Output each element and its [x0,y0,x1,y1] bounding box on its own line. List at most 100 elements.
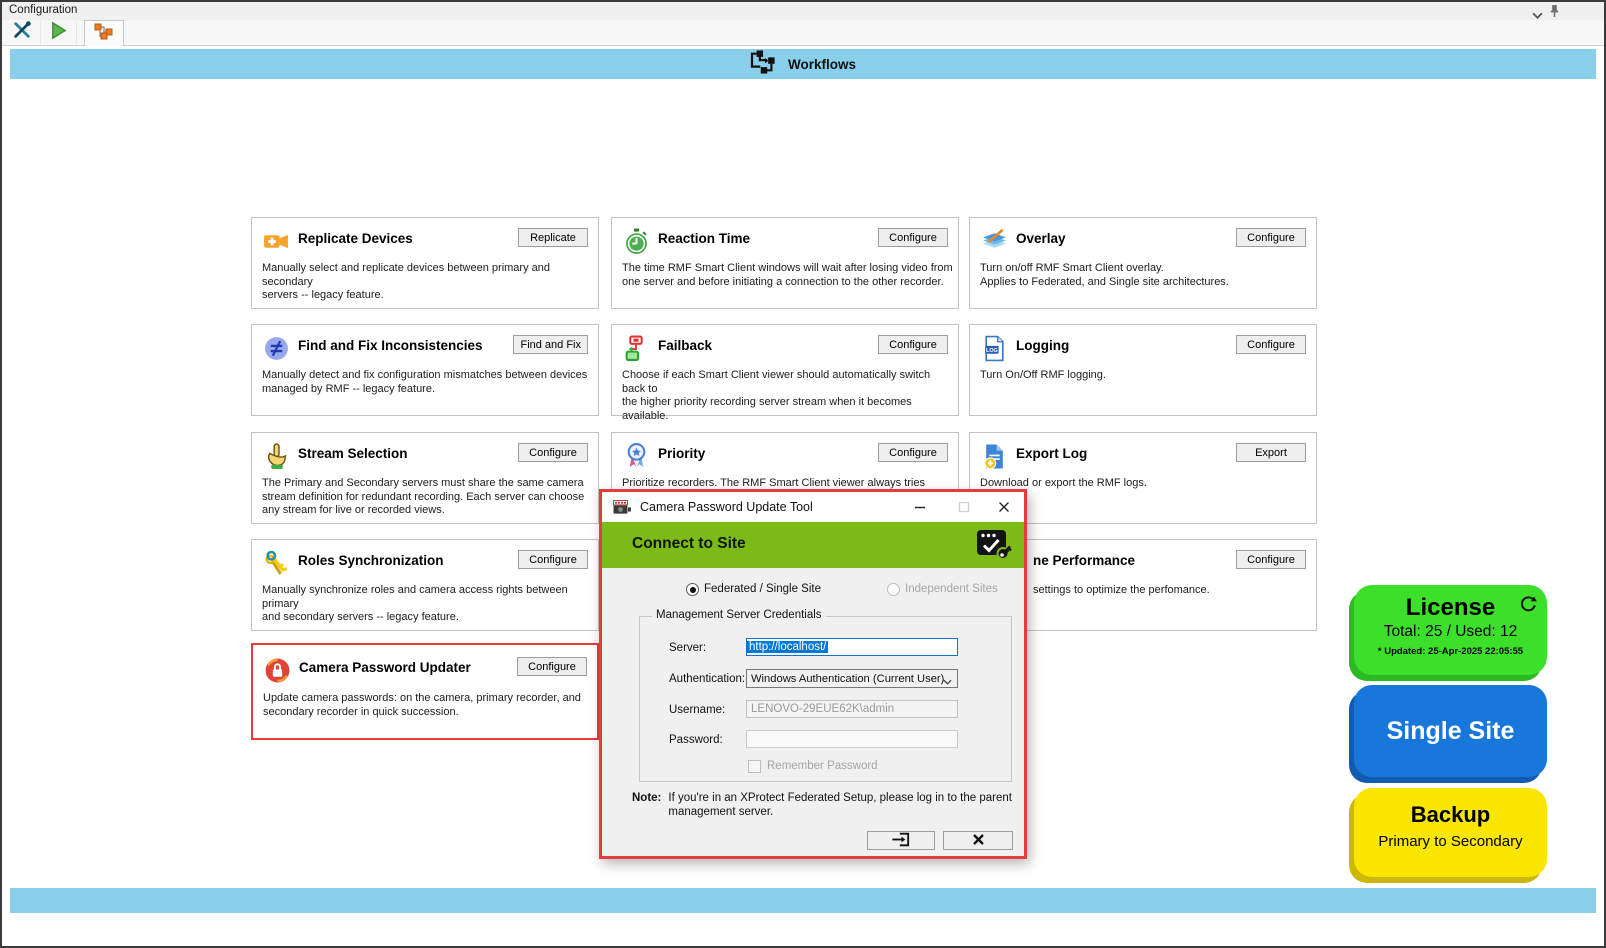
dialog-header-title: Connect to Site [632,535,746,553]
tab-configuration-tools[interactable] [4,21,41,44]
export-button[interactable]: Export [1236,443,1306,462]
card-description: The time RMF Smart Client windows will w… [622,262,956,289]
password-label: Password: [669,734,723,746]
server-value: http://localhost/ [747,641,828,653]
card-reaction-time: Reaction Time Configure The time RMF Sma… [611,217,959,309]
configure-reaction-time-button[interactable]: Configure [878,228,948,247]
backup-subtitle: Primary to Secondary [1354,833,1547,850]
note-label: Note: [632,792,661,819]
card-logging: LOG Logging Configure Turn On/Off RMF lo… [969,324,1317,416]
card-title: Stream Selection [298,446,408,461]
toolbar [2,20,1604,46]
login-icon [891,832,912,850]
card-find-and-fix-inconsistencies: Find and Fix Inconsistencies Find and Fi… [251,324,599,416]
dialog-title: Camera Password Update Tool [640,500,813,514]
card-replicate-devices: Replicate Devices Replicate Manually sel… [251,217,599,309]
username-label: Username: [669,704,725,716]
cancel-button[interactable] [943,831,1013,850]
backup-button[interactable]: Backup Primary to Secondary [1354,788,1547,877]
radio-federated-single-site[interactable] [686,583,699,596]
radio-independent-label: Independent Sites [905,583,998,595]
configure-stream-selection-button[interactable]: Configure [518,443,588,462]
card-stream-selection: Stream Selection Configure The Primary a… [251,432,599,524]
configure-priority-button[interactable]: Configure [878,443,948,462]
license-updated: * Updated: 25-Apr-2025 22:05:55 [1354,646,1547,657]
stopwatch-icon [623,228,650,255]
camera-password-update-dialog: Camera Password Update Tool Connect to S… [599,489,1027,859]
card-title: Find and Fix Inconsistencies [298,338,483,353]
card-title: Reaction Time [658,231,750,246]
window-titlebar: Configuration [2,2,1604,20]
configure-roles-sync-button[interactable]: Configure [518,550,588,569]
card-description: Turn On/Off RMF logging. [980,369,1314,383]
card-description: Update camera passwords: on the camera, … [263,692,597,719]
page-title: Workflows [788,57,856,72]
configure-logging-button[interactable]: Configure [1236,335,1306,354]
authentication-label: Authentication: [669,673,745,685]
combo-chevron-icon [943,676,952,688]
card-title: Failback [658,338,712,353]
card-title: Overlay [1016,231,1066,246]
card-title: ne Performance [1033,553,1135,568]
replicate-button[interactable]: Replicate [518,228,588,247]
username-input: LENOVO-29EUE62K\admin [746,700,958,718]
tab-run[interactable] [40,21,77,44]
card-description: Choose if each Smart Client viewer shoul… [622,369,956,423]
card-title: Replicate Devices [298,231,413,246]
export-document-icon [981,443,1008,470]
keys-icon [263,550,290,577]
group-label: Management Server Credentials [652,609,826,621]
card-title: Priority [658,446,705,461]
backup-title: Backup [1354,802,1547,828]
failback-icon [623,335,650,362]
card-description: Turn on/off RMF Smart Client overlay. Ap… [980,262,1314,289]
play-icon [49,21,68,45]
card-title: Camera Password Updater [299,660,471,675]
cancel-x-icon [972,833,985,849]
radio-federated-label: Federated / Single Site [704,583,821,595]
hand-pointer-icon [263,443,290,470]
workflow-tab-icon [94,22,114,45]
authentication-value: Windows Authentication (Current User) [751,673,944,685]
maximize-icon [956,499,972,515]
card-failback: Failback Configure Choose if each Smart … [611,324,959,416]
log-document-icon: LOG [981,335,1008,362]
license-button[interactable]: License Total: 25 / Used: 12 * Updated: … [1354,585,1547,675]
single-site-button[interactable]: Single Site [1354,685,1547,777]
authentication-select[interactable]: Windows Authentication (Current User) [746,669,958,688]
card-title: Logging [1016,338,1069,353]
camera-plus-icon [263,228,290,255]
server-label: Server: [669,642,706,654]
workflows-icon [750,50,778,79]
username-value: LENOVO-29EUE62K\admin [751,703,894,715]
radio-independent-sites [887,583,900,596]
password-input [746,730,958,748]
configure-performance-button[interactable]: Configure [1236,550,1306,569]
site-check-key-icon [976,528,1012,567]
window-title: Configuration [9,4,77,16]
dialog-titlebar: Camera Password Update Tool [602,492,1024,522]
login-button[interactable] [867,831,935,850]
remember-password-label: Remember Password [767,760,878,772]
server-input[interactable]: http://localhost/ [746,638,958,656]
workflows-header-bar: Workflows [10,49,1596,79]
card-camera-password-updater: Camera Password Updater Configure Update… [251,643,599,740]
minimize-icon[interactable] [912,499,928,515]
find-and-fix-button[interactable]: Find and Fix [513,335,588,354]
remember-password-checkbox [748,760,761,773]
svg-text:LOG: LOG [986,348,998,354]
card-title: Export Log [1016,446,1087,461]
card-description: Manually detect and fix configuration mi… [262,369,596,396]
single-site-title: Single Site [1387,717,1515,746]
refresh-icon[interactable] [1519,594,1537,617]
card-roles-synchronization: Roles Synchronization Configure Manually… [251,539,599,631]
tab-workflows-selected[interactable] [84,20,124,46]
configure-failback-button[interactable]: Configure [878,335,948,354]
close-icon[interactable] [996,499,1012,515]
configure-overlay-button[interactable]: Configure [1236,228,1306,247]
dialog-header: Connect to Site [602,522,1024,568]
configure-camera-password-button[interactable]: Configure [517,657,587,676]
tools-icon [12,20,32,45]
card-overlay: Overlay Configure Turn on/off RMF Smart … [969,217,1317,309]
card-description: settings to optimize the perfomance. [1033,584,1313,598]
